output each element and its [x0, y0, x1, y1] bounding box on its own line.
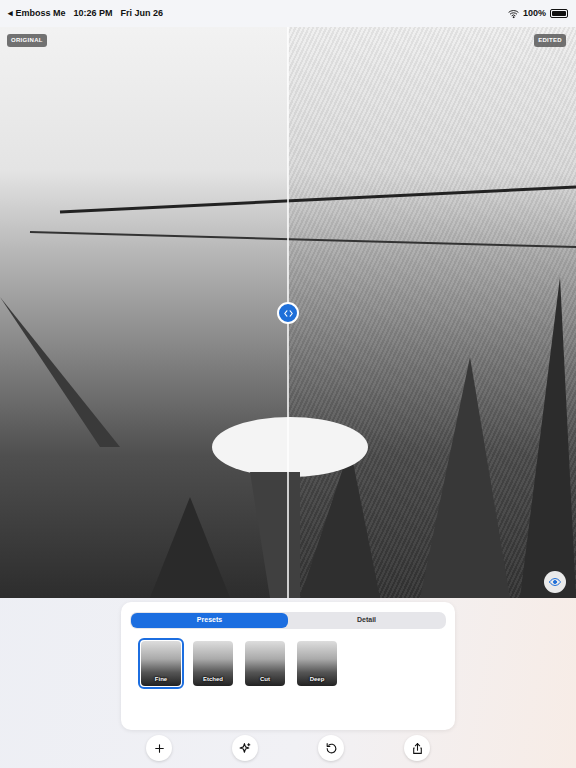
status-bar: ◂ Emboss Me 10:26 PM Fri Jun 26 100%	[0, 0, 576, 27]
chevrons-icon	[282, 307, 295, 320]
add-button[interactable]	[146, 735, 172, 761]
preset-label: Deep	[310, 675, 325, 684]
preset-thumbnail[interactable]: Cut	[242, 638, 288, 689]
battery-fill	[552, 11, 566, 16]
original-label: ORIGINAL	[7, 34, 47, 47]
reset-button[interactable]	[318, 735, 344, 761]
original-photo	[0, 27, 288, 598]
wifi-icon	[508, 8, 519, 19]
share-button[interactable]	[404, 735, 430, 761]
status-left: ◂ Emboss Me 10:26 PM Fri Jun 26	[8, 7, 163, 21]
battery-icon	[550, 9, 568, 18]
preset-preview: Etched	[193, 641, 233, 686]
preset-thumbnail[interactable]: Fine	[138, 638, 184, 689]
preset-thumbnail[interactable]: Etched	[190, 638, 236, 689]
eye-icon	[549, 576, 561, 588]
clock: 10:26 PM	[74, 7, 113, 21]
status-right: 100%	[508, 7, 568, 21]
edited-label: EDITED	[534, 34, 566, 47]
preset-panel: PresetsDetail Fine Etched Cut Deep	[121, 602, 455, 730]
preset-label: Cut	[260, 675, 270, 684]
back-link[interactable]: ◂ Emboss Me	[8, 7, 66, 21]
enhance-button[interactable]	[232, 735, 258, 761]
segmented-control: PresetsDetail	[130, 612, 446, 629]
eye-button[interactable]	[544, 571, 566, 593]
segment-button[interactable]: Detail	[288, 613, 445, 628]
segment-button[interactable]: Presets	[131, 613, 288, 628]
preset-list: Fine Etched Cut Deep	[130, 638, 446, 689]
preset-label: Fine	[155, 675, 167, 684]
sparkles-icon	[239, 742, 252, 755]
date: Fri Jun 26	[121, 7, 164, 21]
preset-thumbnail[interactable]: Deep	[294, 638, 340, 689]
preset-preview: Deep	[297, 641, 337, 686]
battery-percent: 100%	[523, 7, 546, 21]
plus-icon	[153, 742, 166, 755]
rotate-icon	[325, 742, 338, 755]
preset-label: Etched	[203, 675, 223, 684]
compare-handle[interactable]	[277, 302, 299, 324]
photo-compare[interactable]: ORIGINAL EDITED	[0, 27, 576, 598]
toolbar	[0, 735, 576, 761]
share-icon	[411, 742, 424, 755]
preset-preview: Fine	[141, 641, 181, 686]
preset-preview: Cut	[245, 641, 285, 686]
